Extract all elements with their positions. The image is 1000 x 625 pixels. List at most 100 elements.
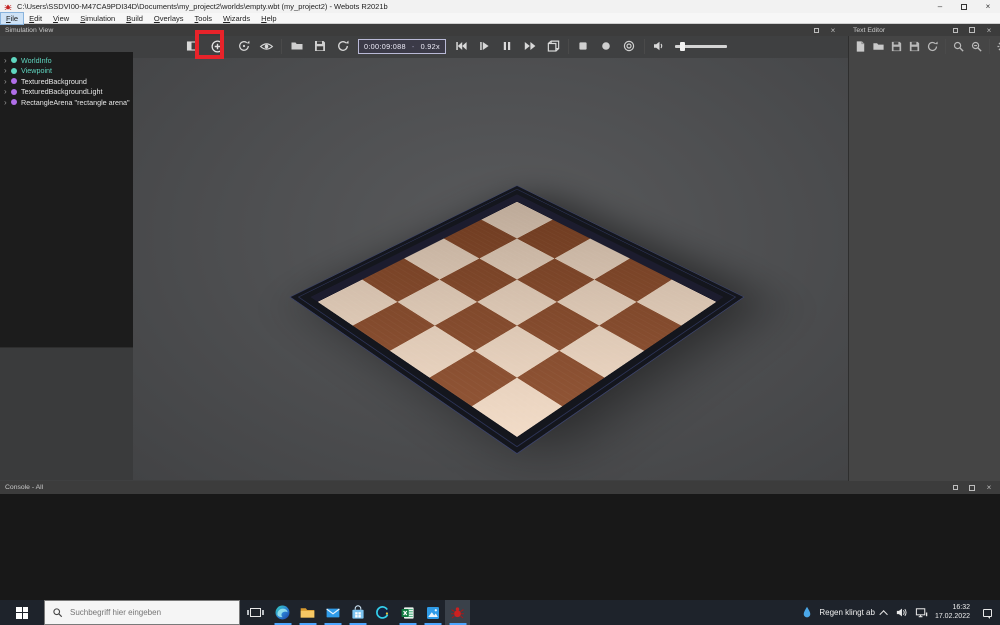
toolbar-separator [989, 39, 990, 54]
save-file-button[interactable] [888, 36, 905, 56]
action-center-icon[interactable] [983, 609, 992, 617]
taskbar-app-file-explorer[interactable] [295, 600, 320, 625]
text-editor-title: Text Editor [853, 27, 885, 34]
tree-item-label: RectangleArena "rectangle arena" [21, 98, 130, 107]
console-output[interactable] [0, 494, 1000, 600]
rectangle-arena[interactable] [289, 185, 744, 454]
rendering-toggle-button[interactable] [542, 35, 565, 57]
taskbar-search[interactable] [44, 600, 240, 625]
taskbar-app-mail[interactable] [320, 600, 345, 625]
network-icon[interactable] [915, 606, 928, 619]
node-icon [11, 57, 17, 63]
menu-overlays[interactable]: Overlays [149, 13, 189, 24]
taskbar-app-excel[interactable] [395, 600, 420, 625]
tree-item-label: WorldInfo [21, 56, 52, 65]
tray-clock[interactable]: 16:32 17.02.2022 [935, 604, 970, 621]
save-as-icon [908, 40, 921, 53]
show-optional-rendering-button[interactable] [255, 35, 278, 57]
window-maximize-button[interactable] [952, 0, 976, 13]
taskbar-app-edge[interactable] [270, 600, 295, 625]
revert-icon [926, 40, 939, 53]
taskbar-app-photos[interactable] [420, 600, 445, 625]
title-bar: C:\Users\SSDVI00-M47CA9PDI34D\Documents\… [0, 0, 1000, 13]
weather-icon[interactable] [802, 606, 812, 619]
simulation-toolbar: 0:00:09:088 - 0.92x [180, 34, 727, 58]
screenshot-button[interactable] [618, 35, 641, 57]
tree-item-viewpoint[interactable]: Viewpoint [0, 66, 133, 77]
windows-logo-icon [16, 607, 28, 619]
step-button[interactable] [473, 35, 496, 57]
expand-arrow-icon[interactable] [4, 56, 11, 65]
menu-tools[interactable]: Tools [190, 13, 218, 24]
menu-simulation[interactable]: Simulation [75, 13, 120, 24]
float-icon [969, 27, 975, 33]
3d-viewport[interactable] [133, 58, 848, 480]
tree-item-texturedbackground[interactable]: TexturedBackground [0, 76, 133, 87]
console-close-button[interactable]: × [984, 483, 994, 493]
task-view-button[interactable] [240, 600, 270, 625]
expand-arrow-icon[interactable] [4, 98, 11, 107]
scene-tree: WorldInfo Viewpoint TexturedBackground T… [0, 52, 133, 347]
reload-world-button[interactable] [331, 35, 354, 57]
rewind-icon [454, 39, 468, 53]
find-replace-button[interactable] [968, 36, 985, 56]
volume-slider-handle[interactable] [680, 42, 685, 51]
console-float-button[interactable] [967, 483, 977, 493]
window-close-button[interactable]: × [976, 0, 1000, 13]
clock-date: 17.02.2022 [935, 613, 970, 622]
toolbar-separator [644, 39, 645, 54]
expand-arrow-icon[interactable] [4, 66, 11, 75]
expand-arrow-icon[interactable] [4, 77, 11, 86]
excel-icon [400, 605, 416, 621]
time-speed-separator: - [412, 42, 415, 51]
new-file-button[interactable] [852, 36, 869, 56]
pause-button[interactable] [496, 35, 519, 57]
find-button[interactable] [950, 36, 967, 56]
taskbar-search-input[interactable] [70, 608, 230, 617]
node-icon [11, 99, 17, 105]
save-as-file-button[interactable] [906, 36, 923, 56]
menu-view[interactable]: View [48, 13, 74, 24]
tree-item-rectanglearena[interactable]: RectangleArena "rectangle arena" [0, 97, 133, 108]
expand-arrow-icon[interactable] [4, 87, 11, 96]
mute-button[interactable] [648, 35, 671, 57]
menu-build[interactable]: Build [121, 13, 148, 24]
simulation-view-undock-button[interactable] [811, 25, 821, 35]
restore-viewpoint-icon [237, 39, 251, 53]
console-minimize-button[interactable] [950, 483, 960, 493]
volume-slider[interactable] [675, 45, 727, 48]
tree-item-texturedbackgroundlight[interactable]: TexturedBackgroundLight [0, 87, 133, 98]
preferences-button[interactable] [994, 36, 1000, 56]
record-circle-icon [599, 39, 613, 53]
menu-edit[interactable]: Edit [24, 13, 47, 24]
movie-button[interactable] [572, 35, 595, 57]
weather-text[interactable]: Regen klingt ab [819, 608, 875, 617]
save-world-button[interactable] [308, 35, 331, 57]
simulation-view-close-button[interactable]: × [828, 25, 838, 35]
reset-simulation-button[interactable] [450, 35, 473, 57]
taskbar-app-microsoft-store[interactable] [345, 600, 370, 625]
start-button[interactable] [0, 600, 44, 625]
window-minimize-button[interactable]: – [928, 0, 952, 13]
simulation-time-display: 0:00:09:088 - 0.92x [358, 39, 446, 54]
taskbar-app-webots[interactable] [445, 600, 470, 625]
menu-help[interactable]: Help [256, 13, 281, 24]
open-file-button[interactable] [870, 36, 887, 56]
restore-viewpoint-button[interactable] [232, 35, 255, 57]
tray-speaker-icon[interactable] [895, 606, 908, 619]
tray-expand-icon[interactable] [879, 610, 887, 618]
stop-square-icon [576, 39, 590, 53]
fast-forward-button[interactable] [519, 35, 542, 57]
menu-file[interactable]: File [1, 13, 23, 24]
save-icon [890, 40, 903, 53]
cube-icon [546, 39, 561, 54]
step-icon [477, 39, 491, 53]
file-explorer-icon [299, 604, 316, 621]
taskbar-app-circular[interactable] [370, 600, 395, 625]
open-world-button[interactable] [285, 35, 308, 57]
menu-wizards[interactable]: Wizards [218, 13, 255, 24]
clock-time: 16:32 [952, 604, 970, 613]
revert-file-button[interactable] [924, 36, 941, 56]
record-button[interactable] [595, 35, 618, 57]
tree-item-worldinfo[interactable]: WorldInfo [0, 55, 133, 66]
